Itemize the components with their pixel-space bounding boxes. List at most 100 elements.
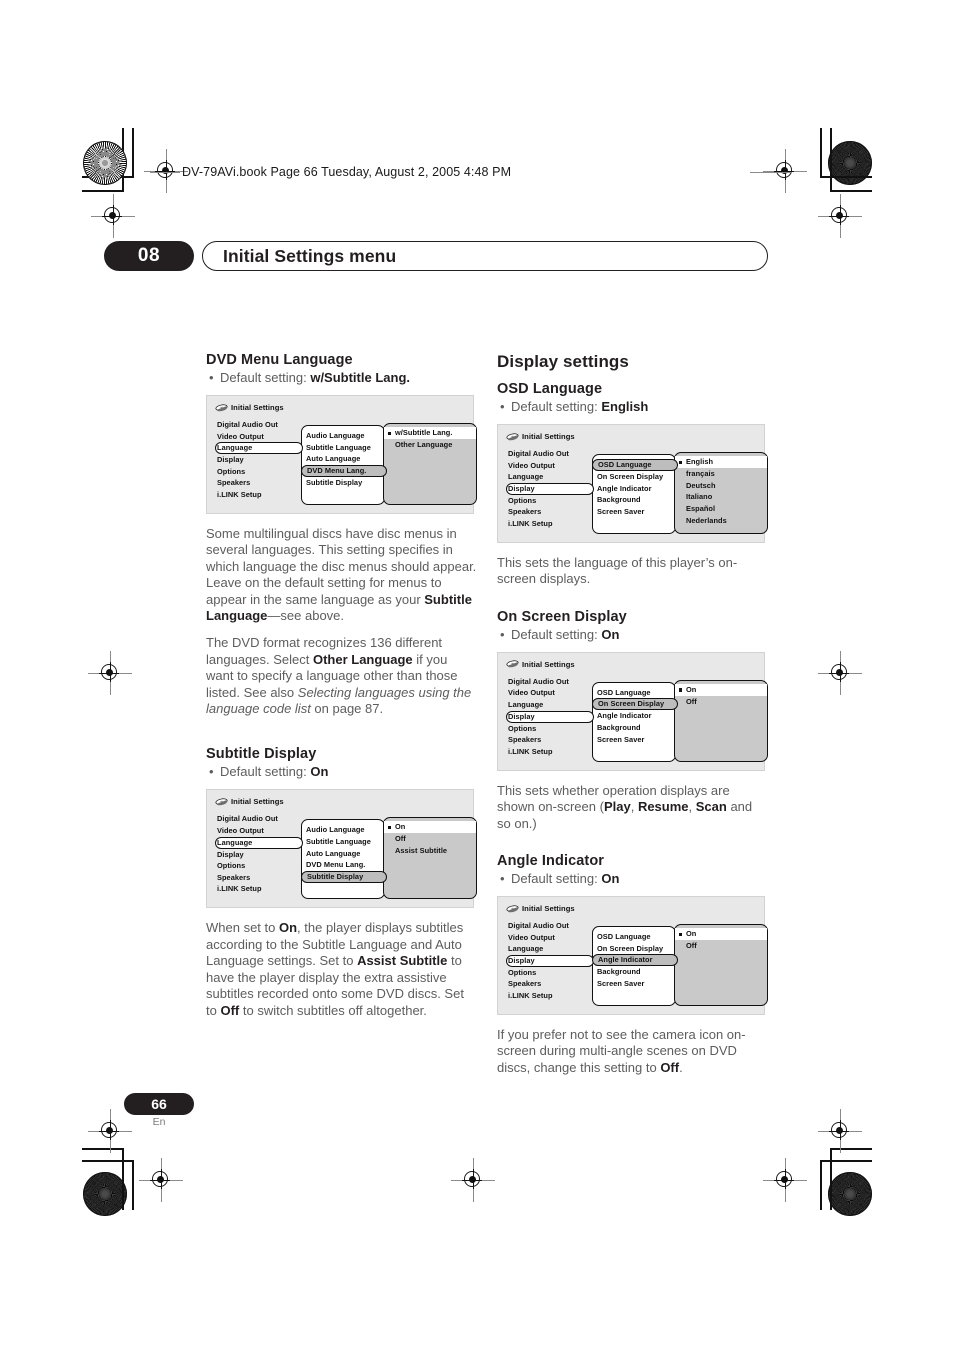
osd-level3-label: w/Subtitle Lang. (395, 428, 453, 437)
registration-mark-top-right (763, 149, 807, 193)
osd-level2-item[interactable]: Auto Language (306, 848, 384, 860)
osd-level3-label: Italiano (686, 492, 713, 502)
osd-level3-item[interactable]: Off (675, 696, 767, 708)
section-heading: On Screen Display (497, 608, 627, 625)
osd-level1-item[interactable]: Language (215, 836, 303, 849)
osd-level1-item[interactable]: Display (217, 849, 301, 861)
default-setting-line: Default setting: w/Subtitle Lang. (206, 369, 478, 386)
osd-level1-item[interactable]: Speakers (217, 872, 301, 884)
osd-level3-item[interactable]: Assist Subtitle (384, 845, 476, 857)
osd-level3-item[interactable]: On (675, 928, 767, 940)
osd-level3-label: On (686, 929, 697, 939)
osd-level1-item[interactable]: Display (506, 710, 594, 723)
osd-level2-item[interactable]: Subtitle Display (301, 870, 387, 883)
print-control-patch-bottom-left (83, 1172, 127, 1216)
osd-level2-item[interactable]: Screen Saver (597, 978, 675, 990)
osd-level1-item[interactable]: Display (506, 482, 594, 495)
osd-level2-item[interactable]: OSD Language (597, 687, 675, 699)
crop-line-top-right-h (820, 176, 872, 178)
crop-line-bottom-left-h2 (82, 1148, 124, 1150)
osd-level3-item[interactable]: On (675, 683, 767, 696)
osd-level3-item[interactable]: Deutsch (675, 480, 767, 492)
osd-level1-item[interactable]: i.LINK Setup (217, 883, 301, 895)
osd-level1-item[interactable]: Video Output (508, 687, 592, 699)
osd-level1-item[interactable]: Options (508, 967, 592, 979)
osd-level1-label: Digital Audio Out (217, 420, 278, 429)
osd-level1-label: i.LINK Setup (217, 884, 262, 894)
osd-level1-label: i.LINK Setup (508, 991, 553, 1000)
osd-level1-item[interactable]: Digital Audio Out (508, 448, 592, 460)
osd-level1-item[interactable]: Digital Audio Out (508, 676, 592, 688)
crop-line-top-left-h2 (82, 190, 124, 192)
osd-level1-panel: Digital Audio Out Video Output Language Dis… (506, 448, 594, 530)
osd-level2-item[interactable]: DVD Menu Lang. (306, 859, 384, 871)
osd-level3-item[interactable]: English (675, 456, 767, 468)
osd-level1-item[interactable]: Language (508, 699, 592, 711)
osd-level1-item[interactable]: Speakers (508, 734, 592, 746)
osd-level2-item[interactable]: Background (597, 494, 675, 506)
osd-level1-item[interactable]: Video Output (508, 460, 592, 472)
osd-level2-item[interactable]: Angle Indicator (597, 710, 675, 722)
osd-level1-item[interactable]: Digital Audio Out (508, 920, 592, 932)
osd-level2-item[interactable]: Auto Language (306, 453, 384, 465)
osd-level1-item[interactable]: Language (508, 943, 592, 955)
osd-level2-item[interactable]: OSD Language (592, 459, 678, 471)
osd-level2-item[interactable]: Subtitle Language (306, 442, 384, 454)
osd-level3-item[interactable]: Other Language (384, 439, 476, 451)
osd-level1-item[interactable]: Options (217, 860, 301, 872)
osd-level2-item[interactable]: Background (597, 966, 675, 978)
osd-menu-columns: On Off OSD Language On Screen Display Angle … (506, 676, 768, 762)
osd-level1-item[interactable]: i.LINK Setup (508, 746, 592, 758)
osd-level3-item[interactable]: Español (675, 503, 767, 515)
osd-level2-item[interactable]: Audio Language (306, 430, 384, 442)
osd-level3-item[interactable]: Off (384, 833, 476, 845)
osd-level1-item[interactable]: i.LINK Setup (508, 990, 592, 1002)
osd-level2-label: Subtitle Language (306, 442, 371, 452)
osd-level3-item[interactable]: Off (675, 940, 767, 952)
osd-level1-item[interactable]: Video Output (217, 825, 301, 837)
osd-level3-item[interactable]: français (675, 468, 767, 480)
osd-level2-item[interactable]: Screen Saver (597, 506, 675, 518)
osd-level1-item[interactable]: Language (508, 471, 592, 483)
osd-level1-item[interactable]: Display (506, 954, 594, 967)
osd-level1-item[interactable]: Language (215, 442, 303, 455)
osd-level1-panel: Digital Audio Out Video Output Language Dis… (215, 419, 303, 501)
osd-level3-item[interactable]: On (384, 821, 476, 834)
osd-level1-item[interactable]: i.LINK Setup (217, 489, 301, 501)
osd-level1-label: Video Output (508, 688, 555, 698)
default-setting-value: On (310, 764, 329, 780)
chapter-title-banner: Initial Settings menu (202, 241, 768, 271)
osd-level1-item[interactable]: Speakers (508, 978, 592, 990)
osd-level1-item[interactable]: Speakers (508, 506, 592, 518)
osd-level3-item[interactable]: Italiano (675, 491, 767, 503)
osd-level1-item[interactable]: Options (217, 466, 301, 478)
osd-menu-columns: On Off Assist Subtitle Audio Language Subtit… (215, 813, 477, 900)
osd-level1-item[interactable]: Display (217, 454, 301, 466)
osd-level2-item[interactable]: On Screen Display (592, 698, 678, 711)
osd-level2-item[interactable]: Subtitle Language (306, 836, 384, 848)
osd-level1-item[interactable]: Video Output (217, 431, 301, 443)
osd-level1-item[interactable]: Digital Audio Out (217, 813, 301, 825)
osd-level1-item[interactable]: Options (508, 723, 592, 735)
osd-level2-label: Subtitle Language (306, 837, 371, 847)
osd-level2-item[interactable]: On Screen Display (597, 943, 675, 955)
osd-level3-item[interactable]: w/Subtitle Lang. (384, 427, 476, 439)
osd-level2-item[interactable]: Angle Indicator (597, 483, 675, 495)
osd-level2-label: Screen Saver (597, 978, 645, 988)
page-language-code: En (152, 1116, 166, 1128)
osd-level2-item[interactable]: Angle Indicator (592, 954, 678, 967)
osd-level2-item[interactable]: Screen Saver (597, 734, 675, 746)
osd-level1-item[interactable]: Video Output (508, 932, 592, 944)
osd-level1-item[interactable]: Speakers (217, 477, 301, 489)
osd-level3-item[interactable]: Nederlands (675, 515, 767, 527)
osd-level2-item[interactable]: Audio Language (306, 824, 384, 836)
osd-level2-item[interactable]: On Screen Display (597, 471, 675, 483)
osd-level2-item[interactable]: Subtitle Display (306, 477, 384, 489)
osd-level1-item[interactable]: Options (508, 495, 592, 507)
osd-level2-item[interactable]: Background (597, 722, 675, 734)
osd-level2-item[interactable]: OSD Language (597, 931, 675, 943)
osd-level1-item[interactable]: i.LINK Setup (508, 518, 592, 530)
osd-level2-panel: OSD Language On Screen Display Angle Indic… (592, 681, 678, 762)
osd-level2-item[interactable]: DVD Menu Lang. (301, 464, 387, 477)
osd-level1-item[interactable]: Digital Audio Out (217, 419, 301, 431)
